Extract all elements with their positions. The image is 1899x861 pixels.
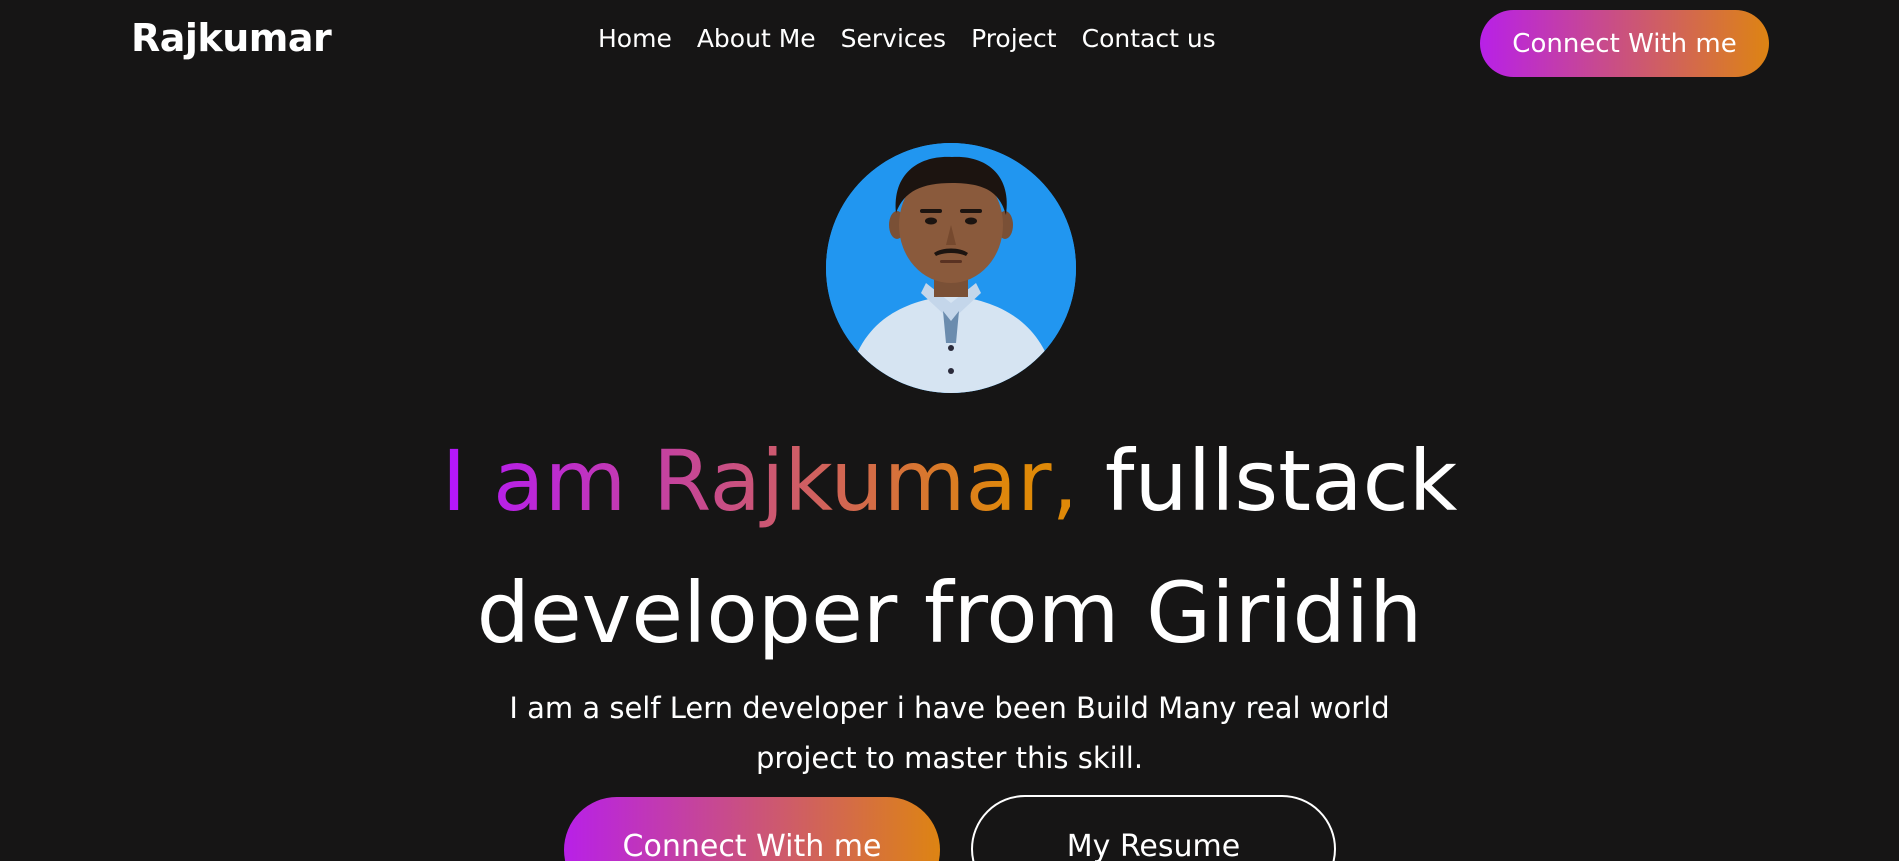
- hero-description: I am a self Lern developer i have been B…: [0, 683, 1899, 783]
- nav-item-about-me[interactable]: About Me: [697, 24, 816, 53]
- hero-connect-button[interactable]: Connect With me: [564, 797, 940, 861]
- nav-item-contact-us[interactable]: Contact us: [1082, 24, 1216, 53]
- nav-connect-button[interactable]: Connect With me: [1480, 10, 1769, 77]
- nav-item-project[interactable]: Project: [971, 24, 1057, 53]
- hero-title-rest: fullstack: [1078, 432, 1458, 530]
- portfolio-page: Rajkumar Home About Me Services Project …: [0, 0, 1899, 861]
- hero-title-line2: developer from Giridih: [476, 564, 1423, 662]
- hero-description-line2: project to master this skill.: [755, 741, 1144, 775]
- logo[interactable]: Rajkumar: [131, 16, 332, 60]
- hero-title: I am Rajkumar, fullstack developer from …: [0, 415, 1899, 679]
- navbar: Rajkumar Home About Me Services Project …: [0, 0, 1899, 86]
- nav-menu: Home About Me Services Project Contact u…: [598, 24, 1216, 53]
- hero-description-line1: I am a self Lern developer i have been B…: [509, 691, 1390, 725]
- resume-button[interactable]: My Resume: [971, 795, 1336, 861]
- profile-avatar: [826, 143, 1076, 393]
- profile-photo-icon: [826, 143, 1076, 393]
- nav-item-home[interactable]: Home: [598, 24, 672, 53]
- hero-title-highlight: I am Rajkumar,: [441, 432, 1079, 530]
- nav-item-services[interactable]: Services: [841, 24, 946, 53]
